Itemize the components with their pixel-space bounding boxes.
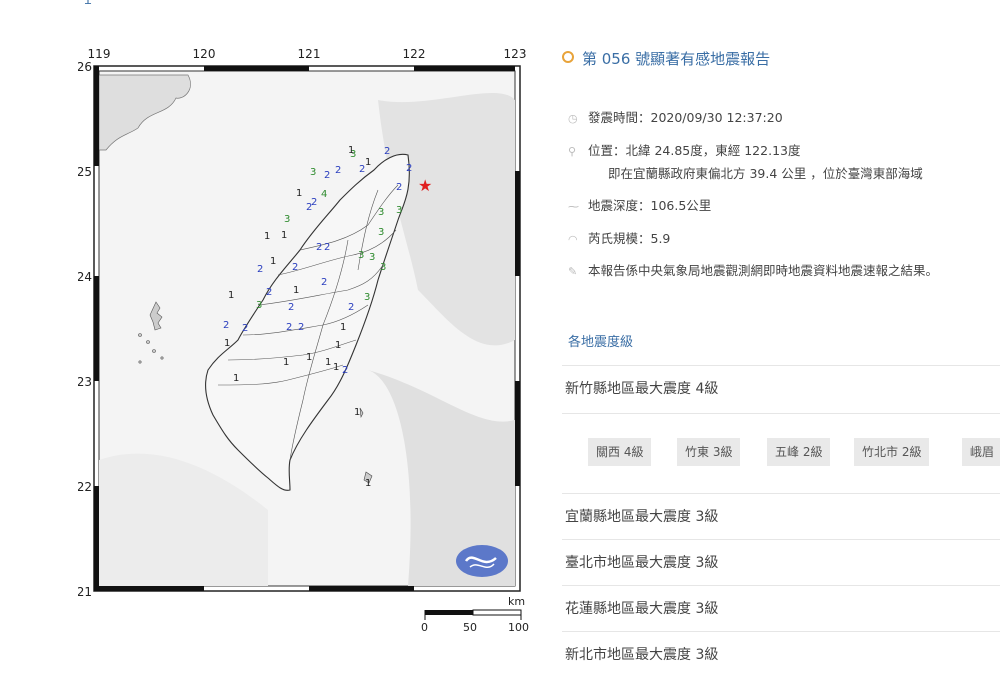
station-label: 1	[233, 373, 239, 384]
megaphone-icon: ✎	[568, 265, 578, 278]
station-label: 1	[264, 231, 270, 242]
station-label: 4	[321, 189, 327, 200]
region-row[interactable]: 新北市地區最大震度 3級	[562, 631, 1000, 677]
station-label: 2	[266, 287, 272, 298]
station-label: 3	[364, 292, 370, 303]
station-label: 2	[242, 323, 248, 334]
lat-label-21: 21	[78, 585, 92, 599]
station-label: 2	[298, 322, 304, 333]
station-tag[interactable]: 五峰 2級	[767, 438, 831, 466]
epicenter-detail: 即在宜蘭縣政府東偏北方 39.4 公里 ，位於臺灣東部海域	[608, 166, 923, 181]
station-label: 2	[324, 242, 330, 253]
station-label: 1	[224, 338, 230, 349]
earthquake-intensity-map: 119 120 121 122 123 26 25 24 23 22 21 4 …	[78, 40, 538, 640]
svg-text:km: km	[508, 595, 525, 608]
station-label: 1	[340, 322, 346, 333]
station-label: 1	[283, 357, 289, 368]
map-pin-icon: ⚲	[568, 145, 577, 158]
lon-label-122: 122	[403, 47, 426, 61]
report-note: ✎ 本報告係中央氣象局地震觀測網即時地震資料地震速報之結果。	[568, 263, 939, 278]
station-label: 3	[358, 250, 364, 261]
station-label: 1	[365, 478, 371, 489]
station-label: 3	[396, 205, 402, 216]
station-label: 2	[348, 302, 354, 313]
top-link[interactable]: Ｉ	[82, 0, 94, 8]
station-label: 2	[324, 170, 330, 181]
station-label: 2	[396, 182, 402, 193]
station-label: 3	[310, 167, 316, 178]
report-panel: 第 056 號顯著有感地震報告 ◷ 發震時間：2020/09/30 12:37:2…	[562, 40, 1000, 666]
lon-label-120: 120	[193, 47, 216, 61]
station-label: 3	[369, 252, 375, 263]
station-label: 1	[281, 230, 287, 241]
cwb-logo	[456, 545, 508, 577]
svg-text:50: 50	[463, 621, 477, 634]
lon-label-123: 123	[504, 47, 527, 61]
magnitude: ◠ 芮氏規模：5.9	[568, 231, 671, 246]
lat-label-25: 25	[78, 165, 92, 179]
region-row[interactable]: 新竹縣地區最大震度 4級	[562, 365, 1000, 411]
station-label: 1	[293, 285, 299, 296]
station-label: 1	[333, 362, 339, 373]
clock-icon: ◷	[568, 112, 578, 125]
lon-label-119: 119	[88, 47, 111, 61]
station-label: 3	[256, 300, 262, 311]
epicenter-star-icon: ★	[418, 176, 432, 195]
station-label: 1	[270, 256, 276, 267]
lat-label-26: 26	[78, 60, 92, 74]
station-tag[interactable]: 關西 4級	[588, 438, 652, 466]
station-label: 3	[378, 207, 384, 218]
circle-bullet-icon	[562, 51, 574, 63]
station-label: 1	[365, 157, 371, 168]
station-label: 2	[257, 264, 263, 275]
station-label: 2	[316, 242, 322, 253]
station-label: 1	[335, 340, 341, 351]
station-label: 2	[384, 146, 390, 157]
station-label: 2	[288, 302, 294, 313]
station-label: 1	[306, 352, 312, 363]
lat-label-22: 22	[78, 480, 92, 494]
station-tag[interactable]: 竹北市 2級	[854, 438, 930, 466]
station-label: 3	[284, 214, 290, 225]
lat-label-23: 23	[78, 375, 92, 389]
station-label: 1	[228, 290, 234, 301]
report-title: 第 056 號顯著有感地震報告	[562, 48, 770, 69]
seismograph-icon: ⁓	[568, 200, 579, 213]
station-label: 2	[342, 365, 348, 376]
station-label: 1	[325, 357, 331, 368]
region-row[interactable]: 臺北市地區最大震度 3級	[562, 539, 1000, 585]
epicenter-location: ⚲ 位置：北緯 24.85度，東經 122.13度	[568, 143, 801, 158]
station-label: 2	[406, 163, 412, 174]
station-label: 1	[354, 407, 360, 418]
region-row[interactable]: 花蓮縣地區最大震度 3級	[562, 585, 1000, 631]
intensity-section-title: 各地震度級	[568, 335, 634, 350]
lon-label-121: 121	[298, 47, 321, 61]
station-label: 2	[223, 320, 229, 331]
region-row[interactable]: 宜蘭縣地區最大震度 3級	[562, 493, 1000, 539]
gauge-icon: ◠	[568, 233, 578, 246]
station-tag[interactable]: 竹東 3級	[677, 438, 741, 466]
focal-depth: ⁓ 地震深度：106.5公里	[568, 198, 712, 213]
station-label: 1	[296, 188, 302, 199]
station-label: 2	[292, 262, 298, 273]
station-tag[interactable]: 峨眉	[962, 438, 1000, 466]
station-label: 2	[286, 322, 292, 333]
svg-text:0: 0	[421, 621, 428, 634]
scale-bar: km 0 50 100	[421, 595, 529, 634]
station-label: 3	[380, 262, 386, 273]
svg-text:100: 100	[508, 621, 529, 634]
station-label: 2	[306, 202, 312, 213]
station-tags: 關西 4級 竹東 3級 五峰 2級 竹北市 2級 峨眉	[562, 413, 1000, 494]
station-label: 2	[335, 165, 341, 176]
station-label: 1	[348, 145, 354, 156]
lat-label-24: 24	[78, 270, 92, 284]
origin-time: ◷ 發震時間：2020/09/30 12:37:20	[568, 110, 783, 125]
station-label: 3	[378, 227, 384, 238]
station-label: 2	[321, 277, 327, 288]
